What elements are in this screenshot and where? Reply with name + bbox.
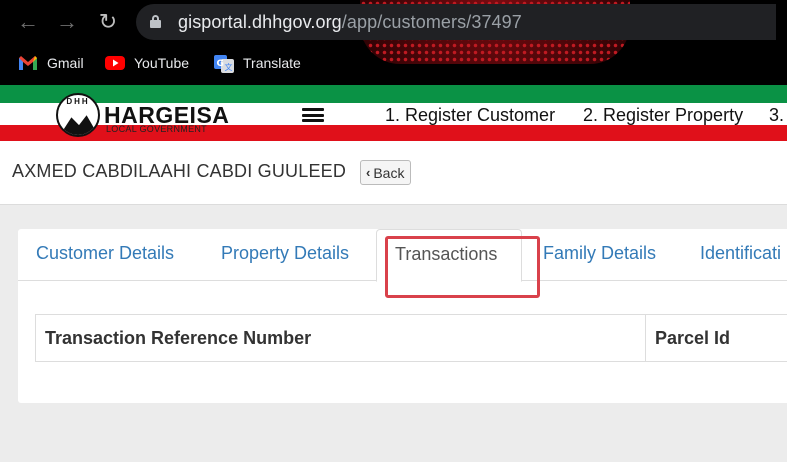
tab-family-details[interactable]: Family Details <box>543 243 656 264</box>
brand-subtitle: LOCAL GOVERNMENT <box>106 124 207 134</box>
bookmark-label: YouTube <box>134 55 190 71</box>
lock-icon <box>150 15 161 28</box>
browser-toolbar: ← → ↻ gisportal.dhhgov.org/app/customers… <box>0 0 787 85</box>
title-bar: AXMED CABDILAAHI CABDI GUULEED ‹ Back <box>0 141 787 205</box>
svg-text:文: 文 <box>225 62 233 72</box>
transactions-table: Transaction Reference Number Parcel Id <box>35 314 787 362</box>
translate-icon: G文 <box>214 55 234 73</box>
reload-icon[interactable]: ↻ <box>94 8 122 36</box>
tab-bar: Customer Details Property Details Transa… <box>18 229 787 282</box>
youtube-icon <box>105 55 125 71</box>
page-title: AXMED CABDILAAHI CABDI GUULEED <box>12 161 347 181</box>
address-bar[interactable]: gisportal.dhhgov.org/app/customers/37497 <box>136 4 776 40</box>
svg-text:G: G <box>217 59 224 69</box>
customer-panel: Customer Details Property Details Transa… <box>18 229 787 403</box>
tab-transactions[interactable]: Transactions <box>376 229 522 282</box>
bookmark-translate[interactable]: G文 Translate <box>214 50 301 76</box>
url-text: gisportal.dhhgov.org/app/customers/37497 <box>178 12 522 32</box>
back-arrow-icon[interactable]: ← <box>14 8 42 36</box>
nav-item-3[interactable]: 3. <box>769 105 784 126</box>
column-header-transaction-ref[interactable]: Transaction Reference Number <box>36 315 646 361</box>
tab-identification[interactable]: Identificati <box>700 243 781 264</box>
mountain-icon <box>60 115 98 135</box>
logo-text: DHH <box>66 97 90 106</box>
gmail-icon <box>18 55 38 71</box>
site-header: DHH HARGEISA LOCAL GOVERNMENT 1. Registe… <box>0 85 787 141</box>
back-button-label: Back <box>373 164 405 181</box>
bookmark-label: Translate <box>243 55 301 71</box>
bookmark-label: Gmail <box>47 55 84 71</box>
bookmark-youtube[interactable]: YouTube <box>105 50 189 76</box>
forward-arrow-icon[interactable]: → <box>53 8 81 36</box>
nav-register-property[interactable]: 2. Register Property <box>583 105 743 126</box>
chevron-left-icon: ‹ <box>366 165 371 180</box>
site-logo[interactable]: DHH <box>56 93 100 137</box>
menu-icon[interactable] <box>302 108 324 122</box>
tab-transactions-label: Transactions <box>395 244 498 264</box>
tab-property-details[interactable]: Property Details <box>221 243 349 264</box>
bookmark-gmail[interactable]: Gmail <box>18 50 84 76</box>
column-header-parcel-id[interactable]: Parcel Id <box>646 315 787 361</box>
nav-register-customer[interactable]: 1. Register Customer <box>385 105 555 126</box>
back-button[interactable]: ‹ Back <box>360 160 412 185</box>
flag-stripe-green <box>0 85 787 103</box>
tab-customer-details[interactable]: Customer Details <box>36 243 174 264</box>
